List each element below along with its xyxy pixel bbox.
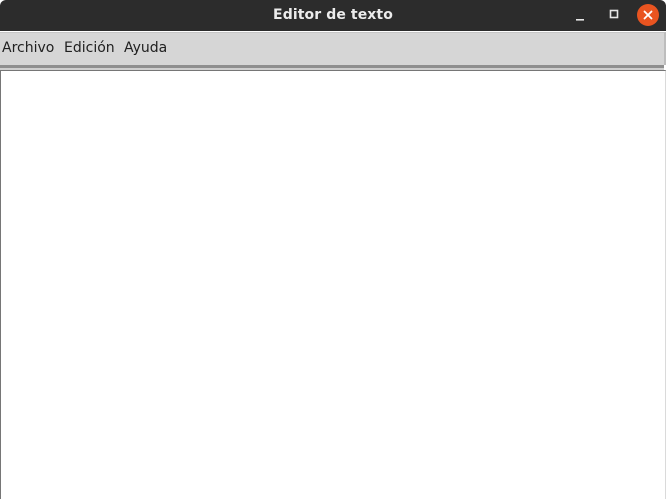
maximize-icon: [609, 9, 619, 19]
menu-bar: Archivo Edición Ayuda: [0, 32, 666, 65]
minimize-icon: [576, 19, 584, 21]
title-bar[interactable]: Editor de texto: [0, 0, 666, 31]
close-icon: [643, 10, 653, 20]
text-editor-area[interactable]: [0, 70, 666, 499]
window-title: Editor de texto: [273, 7, 393, 23]
menu-archivo[interactable]: Archivo: [2, 33, 54, 65]
menu-edicion[interactable]: Edición: [64, 33, 115, 65]
maximize-button[interactable]: [603, 4, 625, 26]
minimize-button[interactable]: [569, 4, 591, 26]
app-window: Editor de texto Archivo Edición Ayuda: [0, 0, 666, 499]
close-button[interactable]: [637, 4, 659, 26]
menu-ayuda[interactable]: Ayuda: [124, 33, 167, 65]
